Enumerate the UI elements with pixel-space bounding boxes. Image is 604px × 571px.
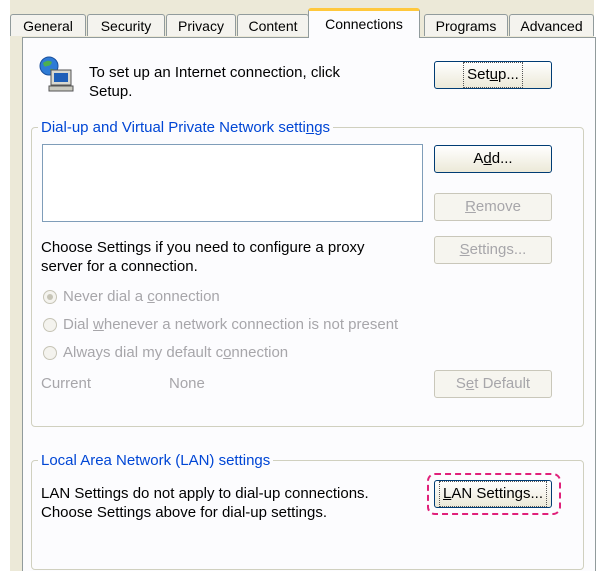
dialup-vpn-group-title: Dial-up and Virtual Private Network sett…	[38, 118, 334, 137]
setup-instructions-line2: Setup.	[89, 83, 133, 100]
connections-listbox[interactable]	[42, 144, 423, 222]
tab-label: Advanced	[520, 18, 583, 34]
network-computer-icon	[39, 56, 75, 92]
setup-button-label: Setup...	[463, 62, 523, 88]
tab-label: Content	[248, 18, 298, 34]
tab-advanced[interactable]: Advanced	[509, 14, 594, 36]
remove-button[interactable]: Remove	[434, 193, 552, 221]
settings-button[interactable]: Settings...	[434, 236, 552, 264]
dial-whenever-radio[interactable]	[43, 318, 57, 332]
tab-connections[interactable]: Connections	[308, 8, 420, 38]
never-dial-label: Never dial a connection	[63, 288, 220, 305]
current-label: Current	[41, 375, 92, 392]
set-default-button-label: Set Default	[455, 375, 531, 392]
tab-privacy[interactable]: Privacy	[166, 14, 236, 36]
setup-instructions-line1: To set up an Internet connection, click	[89, 64, 340, 81]
tab-general[interactable]: General	[10, 14, 86, 36]
lan-settings-button-label: LAN Settings...	[438, 481, 548, 507]
dial-whenever-label: Dial whenever a network connection is no…	[63, 316, 399, 333]
settings-button-label: Settings...	[459, 241, 527, 258]
tab-label: Connections	[325, 16, 403, 32]
always-dial-label: Always dial my default connection	[63, 344, 289, 361]
always-dial-radio[interactable]	[43, 346, 57, 360]
lan-group-title: Local Area Network (LAN) settings	[38, 451, 274, 470]
lan-settings-button[interactable]: LAN Settings...	[434, 480, 552, 508]
tab-security[interactable]: Security	[87, 14, 165, 36]
proxy-instructions-line1: Choose Settings if you need to configure…	[41, 239, 365, 256]
remove-button-label: Remove	[465, 198, 521, 215]
set-default-button[interactable]: Set Default	[434, 370, 552, 398]
connections-tab-page: To set up an Internet connection, click …	[22, 37, 596, 571]
setup-button[interactable]: Setup...	[434, 61, 552, 89]
lan-info-line1: LAN Settings do not apply to dial-up con…	[41, 485, 369, 502]
tab-programs[interactable]: Programs	[424, 14, 508, 36]
tab-label: Privacy	[178, 18, 224, 34]
lan-info-line2: Choose Settings above for dial-up settin…	[41, 504, 328, 521]
current-value: None	[169, 375, 205, 392]
tab-label: Security	[100, 18, 152, 34]
proxy-instructions-line2: server for a connection.	[41, 258, 198, 275]
tab-label: General	[23, 18, 73, 34]
add-button-label: Add...	[473, 150, 513, 167]
never-dial-radio[interactable]	[43, 290, 57, 304]
add-button[interactable]: Add...	[434, 145, 552, 173]
tab-content[interactable]: Content	[237, 14, 309, 36]
tab-label: Programs	[435, 18, 497, 34]
internet-options-dialog: General Security Privacy Content Connect…	[10, 0, 596, 571]
radio-selected-dot	[47, 294, 53, 300]
